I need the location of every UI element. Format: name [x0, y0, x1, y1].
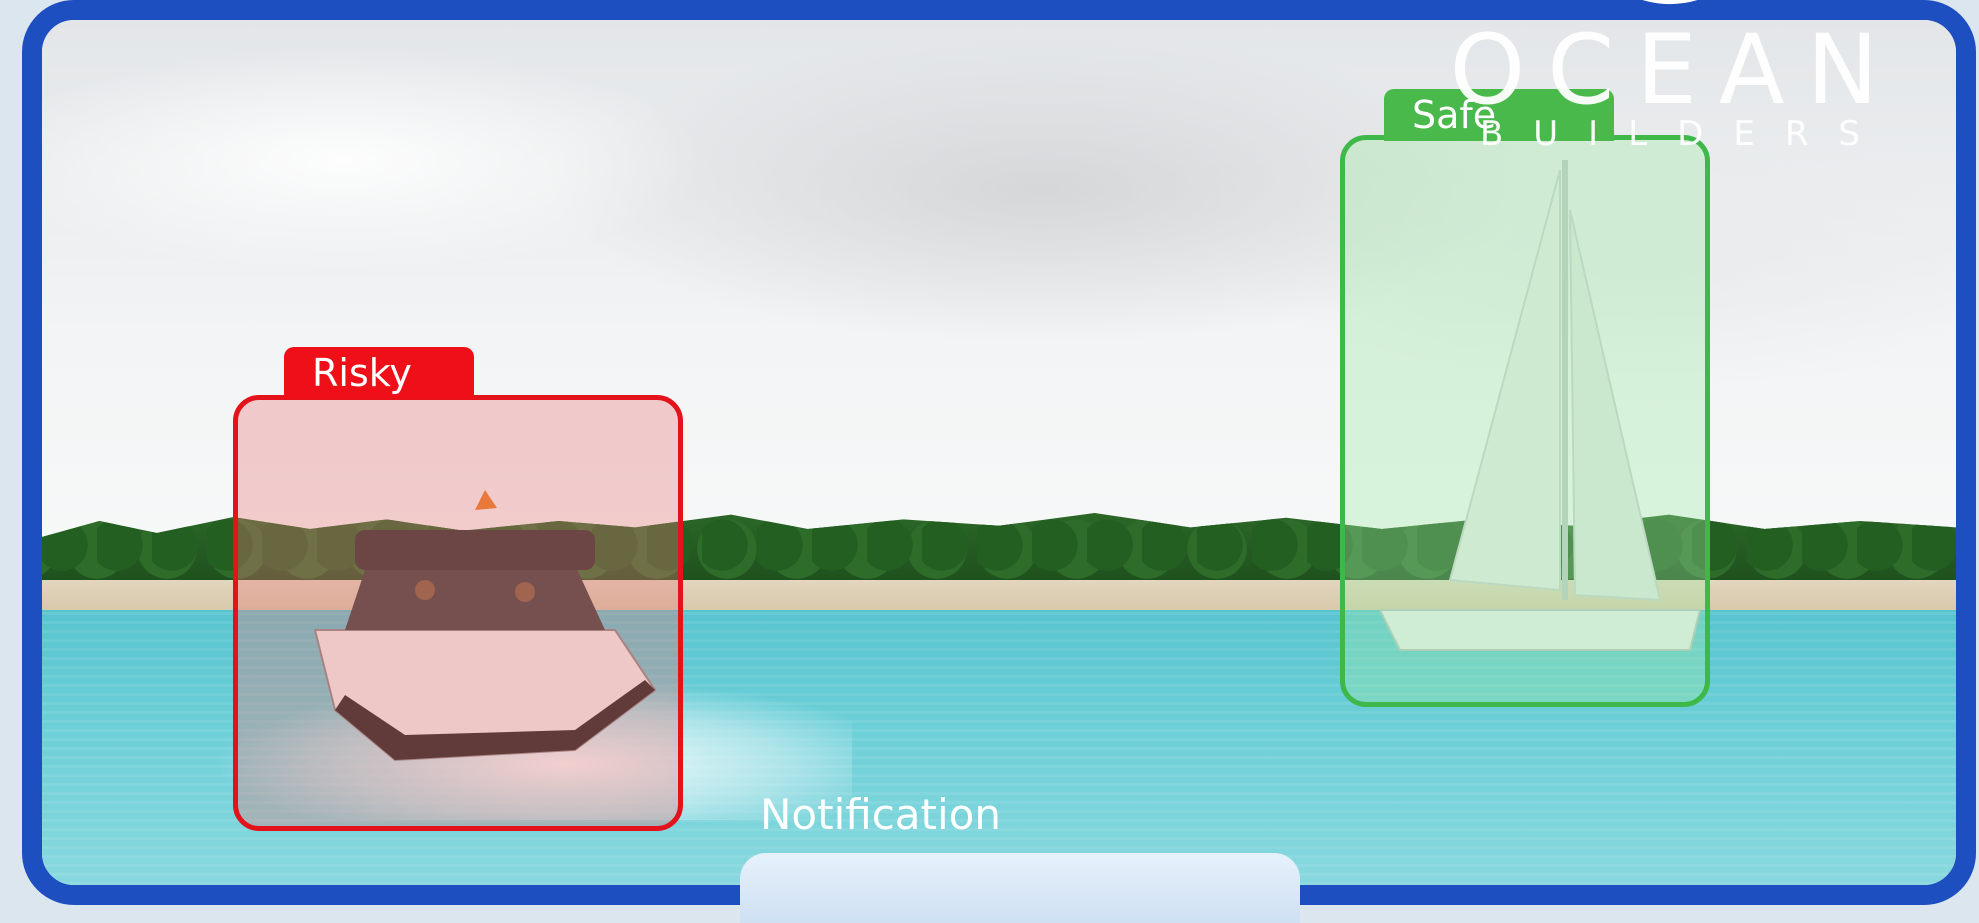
- notification-label: Notification: [760, 790, 1001, 839]
- risky-detection-box: [233, 395, 683, 831]
- ocean-builders-logo: OCEAN BUILDERS: [1440, 20, 1910, 152]
- notification-panel[interactable]: [740, 853, 1300, 923]
- safe-detection-box: [1340, 135, 1710, 707]
- logo-sub-text: BUILDERS: [1479, 114, 1891, 154]
- logo-mark-icon: [1643, 0, 1697, 4]
- logo-main-text: OCEAN: [1449, 14, 1901, 126]
- risky-label: Risky: [284, 347, 474, 399]
